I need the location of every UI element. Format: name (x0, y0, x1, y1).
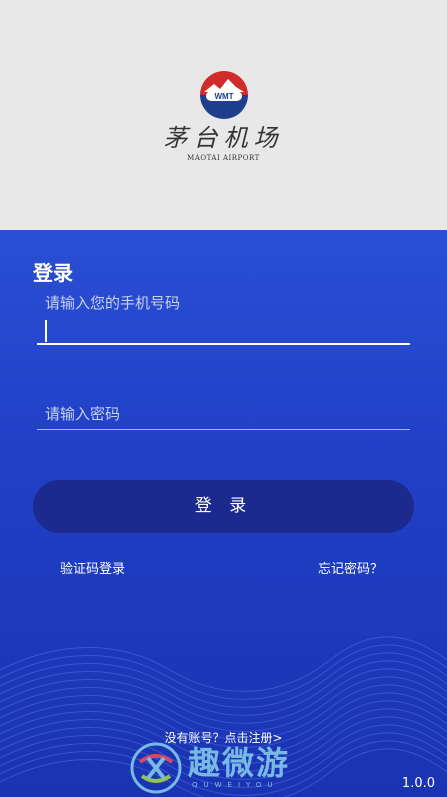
phone-placeholder: 请输入您的手机号码 (45, 294, 181, 312)
text-cursor (45, 320, 47, 342)
sms-login-link[interactable]: 验证码登录 (60, 558, 125, 577)
airport-logo: WMT 茅台机场 MAOTAI AIRPORT (0, 70, 447, 162)
phone-field[interactable]: 请输入您的手机号码 (37, 288, 410, 345)
airport-name-cn: 茅台机场 (163, 124, 284, 152)
watermark-logo-icon (130, 742, 182, 794)
logo-badge-text: WMT (214, 92, 233, 101)
login-title: 登录 (33, 261, 73, 285)
password-input[interactable] (37, 398, 410, 430)
watermark: 趣微游 QUWEIYOU (130, 742, 330, 794)
airport-emblem-icon: WMT (199, 71, 248, 119)
version-label: 1.0.0 (401, 776, 435, 791)
phone-underline (37, 343, 410, 345)
login-panel: 登录 请输入您的手机号码 登 录 验证码登录 忘记密码？ 没有账号？点击注册> … (0, 230, 447, 797)
watermark-text: 趣微游 (188, 744, 291, 782)
watermark-subtext: QUWEIYOU (192, 781, 279, 789)
logo-header: WMT 茅台机场 MAOTAI AIRPORT (0, 0, 447, 230)
forgot-password-link[interactable]: 忘记密码？ (318, 558, 383, 577)
airport-name-en: MAOTAI AIRPORT (187, 154, 260, 162)
password-field[interactable] (37, 398, 410, 432)
login-button[interactable]: 登 录 (33, 480, 414, 533)
